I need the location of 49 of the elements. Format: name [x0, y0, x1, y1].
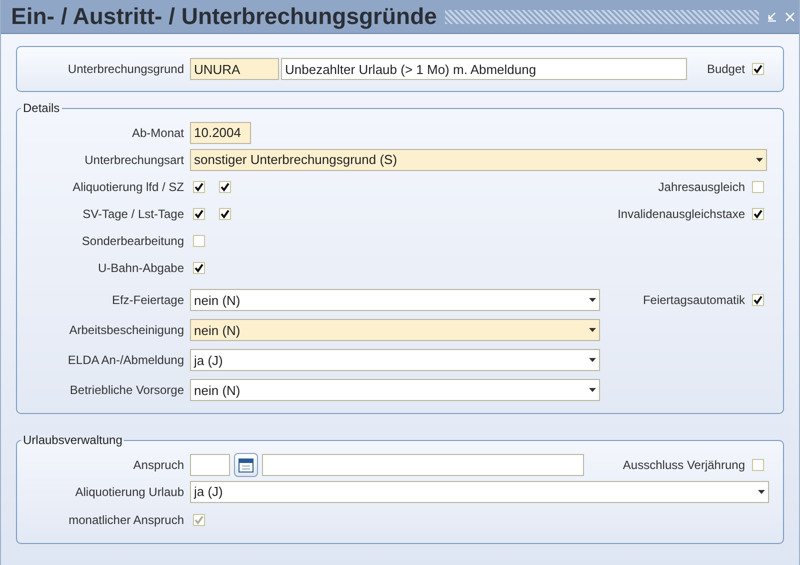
input-field[interactable] — [262, 454, 584, 476]
dropdown[interactable]: nein (N) — [190, 319, 600, 341]
checkbox[interactable] — [752, 208, 764, 220]
field-label: Aliquotierung lfd / SZ — [72, 180, 185, 194]
calendar-button[interactable] — [234, 452, 258, 476]
caret-icon — [589, 298, 596, 302]
checkbox-label: Ausschluss Verjährung — [622, 458, 745, 472]
field-label: Aliquotierung Urlaub — [74, 484, 185, 498]
caret-icon — [589, 358, 596, 362]
checkbox[interactable] — [219, 208, 231, 220]
dropdown[interactable]: nein (N) — [190, 289, 600, 311]
checkbox-label: Invalidenausgleichstaxe — [618, 206, 745, 220]
field-label: Sonderbearbeitung — [80, 234, 185, 248]
field-label: Betriebliche Vorsorge — [68, 383, 185, 397]
checkbox[interactable] — [193, 180, 205, 192]
caret-icon — [589, 388, 596, 392]
checkbox[interactable] — [752, 294, 764, 306]
field-label: U-Bahn-Abgabe — [96, 260, 185, 274]
checkbox[interactable] — [193, 262, 205, 274]
field-label: Efz-Feiertage — [110, 293, 185, 307]
window-title: Ein- / Austritt- / Unterbrechungsgründe — [11, 3, 437, 30]
input-field[interactable]: Unbezahlter Urlaub (> 1 Mo) m. Abmeldung — [281, 58, 687, 80]
field-label: monatlicher Anspruch — [68, 513, 185, 527]
group-title: Urlaubsverwaltung — [22, 433, 124, 447]
group-title: Details — [22, 101, 61, 115]
dropdown[interactable]: sonstiger Unterbrechungsgrund (S) — [190, 148, 767, 170]
calendar-icon — [238, 456, 254, 472]
checkbox[interactable] — [752, 63, 764, 75]
caret-icon — [756, 158, 763, 162]
dropdown[interactable]: ja (J) — [190, 480, 769, 502]
field-label: ELDA An-/Abmeldung — [66, 353, 185, 367]
checkbox[interactable] — [219, 180, 231, 192]
input-field[interactable]: 10.2004 — [190, 122, 251, 144]
checkbox-label: Budget — [706, 62, 745, 76]
field-label: Ab-Monat — [130, 126, 185, 140]
field-label: Anspruch — [132, 458, 185, 472]
checkbox[interactable] — [193, 208, 205, 220]
caret-icon — [758, 490, 765, 494]
dropdown[interactable]: ja (J) — [190, 349, 600, 371]
field-label: Unterbrechungsart — [84, 152, 185, 166]
field-label: SV-Tage / Lst-Tage — [82, 206, 185, 220]
field-label: Arbeitsbescheinigung — [68, 323, 185, 337]
dropdown[interactable]: nein (N) — [190, 379, 600, 401]
checkbox-label: Feiertagsautomatik — [642, 293, 745, 307]
input-field[interactable]: UNURA — [190, 58, 279, 80]
caret-icon — [589, 328, 596, 332]
input-field[interactable] — [190, 454, 230, 476]
checkbox-label: Jahresausgleich — [658, 180, 745, 194]
field-label: Unterbrechungsgrund — [66, 62, 185, 76]
